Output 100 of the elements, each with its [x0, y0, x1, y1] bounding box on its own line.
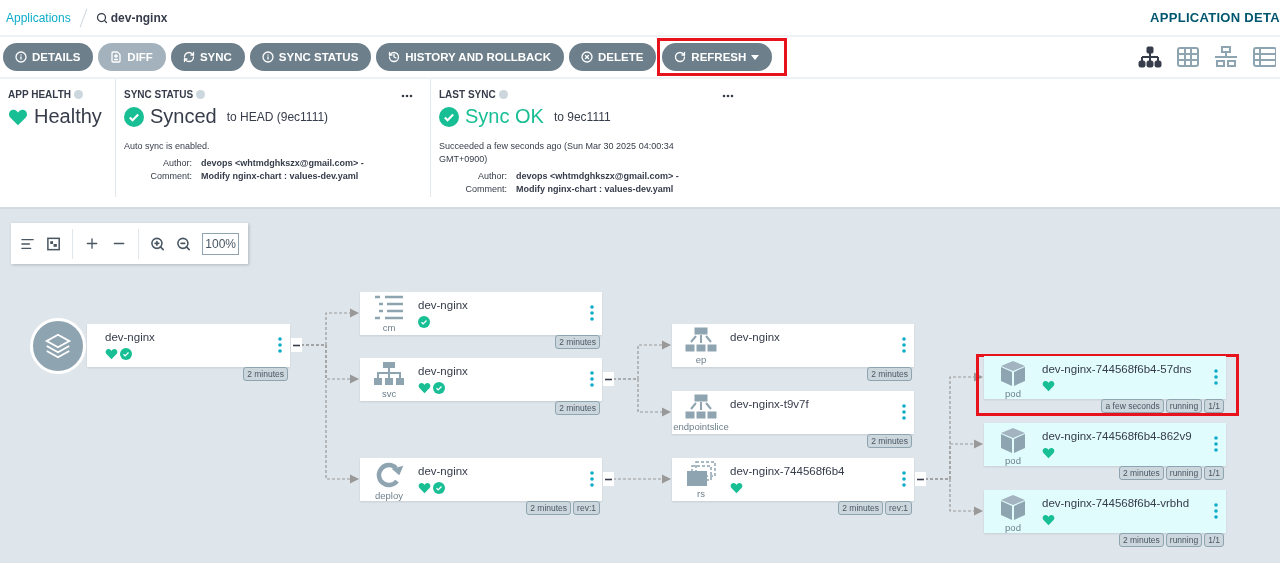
heart-icon — [730, 482, 743, 494]
collapse-toggle[interactable] — [915, 472, 926, 486]
check-circle-icon — [418, 316, 430, 328]
status-tag: 2 minutes — [555, 401, 600, 415]
more-vertical-icon[interactable] — [902, 471, 906, 487]
more-icon[interactable] — [401, 94, 413, 98]
close-circle-icon — [581, 51, 593, 63]
heart-icon — [1042, 380, 1055, 392]
more-vertical-icon[interactable] — [278, 337, 282, 353]
status-tag: a few seconds — [1101, 399, 1164, 413]
status-tag: 2 minutes — [867, 434, 912, 448]
connector-line — [612, 474, 672, 484]
search-icon — [95, 11, 108, 24]
status-tag: running — [1165, 399, 1203, 413]
info-icon — [15, 51, 27, 63]
collapse-toggle[interactable] — [603, 372, 614, 386]
status-tag: rev:1 — [573, 501, 600, 515]
toolbar-button[interactable]: SYNC — [170, 43, 245, 71]
cube-icon — [999, 426, 1027, 454]
heart-icon — [418, 382, 431, 394]
node-name: dev-nginx — [418, 365, 468, 377]
heart-icon — [105, 348, 118, 360]
status-tag: 2 minutes — [1118, 466, 1164, 480]
page-title: APPLICATION DETA — [1150, 10, 1280, 25]
node-card[interactable]: pod dev-nginx-744568f6b4-vrbhd — [984, 490, 1226, 533]
meta-value: Modify nginx-chart : values-dev.yaml — [516, 184, 675, 194]
status-text: Synced — [150, 105, 217, 128]
fit-icon[interactable] — [46, 235, 62, 252]
collapse-toggle[interactable] — [603, 472, 614, 486]
heart-icon — [1042, 447, 1055, 459]
node-card[interactable]: cm dev-nginx — [360, 292, 602, 335]
meta-label: Comment: — [149, 171, 192, 181]
zoom-in-icon[interactable] — [150, 235, 166, 252]
toolbar-button[interactable]: DELETE — [569, 43, 657, 71]
hierarchy-icon — [373, 361, 405, 387]
zoom-out-icon[interactable] — [176, 235, 192, 252]
more-vertical-icon[interactable] — [1214, 436, 1218, 452]
node-name: dev-nginx — [730, 331, 780, 343]
tree-view-icon[interactable] — [1138, 46, 1162, 68]
status-tag: 2 minutes — [243, 367, 288, 381]
node-kind: cm — [382, 322, 396, 333]
more-vertical-icon[interactable] — [590, 471, 594, 487]
status-tag: running — [1165, 466, 1203, 480]
more-vertical-icon[interactable] — [1214, 503, 1218, 519]
status-note: Auto sync is enabled. — [124, 140, 211, 153]
meta-label: Comment: — [464, 184, 507, 194]
meta-value: Modify nginx-chart : values-dev.yaml — [201, 171, 360, 181]
connector-line — [612, 378, 672, 417]
node-name: dev-nginx — [105, 331, 155, 343]
node-card[interactable]: pod dev-nginx-744568f6b4-862v9 — [984, 423, 1226, 466]
revision-text: to HEAD (9ec1111) — [226, 109, 329, 124]
more-icon[interactable] — [722, 94, 734, 98]
grid-view-icon[interactable] — [1176, 46, 1200, 68]
list-view-icon[interactable] — [1252, 46, 1276, 68]
node-card[interactable]: dev-nginx — [87, 324, 290, 367]
more-vertical-icon[interactable] — [590, 305, 594, 321]
node-name: dev-nginx-744568f6b4 — [730, 465, 845, 477]
toolbar-button[interactable]: HISTORY AND ROLLBACK — [376, 43, 564, 71]
check-circle-icon — [433, 482, 445, 494]
more-vertical-icon[interactable] — [902, 337, 906, 353]
collapse-toggle[interactable] — [291, 338, 302, 352]
status-tag: running — [1165, 533, 1203, 547]
status-tag: 2 minutes — [555, 335, 600, 349]
status-tag: 2 minutes — [838, 501, 884, 515]
node-kind: rs — [697, 488, 705, 499]
node-card[interactable]: svc dev-nginx — [360, 358, 602, 401]
cube-icon — [999, 493, 1027, 521]
toolbar-button[interactable]: REFRESH — [662, 43, 773, 71]
endpoint-icon — [685, 327, 717, 353]
zoom-level[interactable]: 100% — [202, 232, 239, 255]
node-card[interactable]: rs dev-nginx-744568f6b4 — [672, 458, 914, 501]
network-view-icon[interactable] — [1214, 46, 1238, 68]
meta-label: Author: — [476, 171, 507, 181]
node-card[interactable]: deploy dev-nginx — [360, 458, 602, 501]
status-text: Healthy — [34, 105, 102, 128]
heart-icon — [1042, 514, 1055, 526]
breadcrumb-current: dev-nginx — [110, 10, 168, 25]
node-kind: svc — [381, 388, 397, 399]
toolbar-button[interactable]: SYNC STATUS — [249, 43, 372, 71]
toolbar-button[interactable]: DETAILS — [3, 43, 94, 71]
node-card[interactable]: pod dev-nginx-744568f6b4-57dns — [984, 356, 1226, 399]
node-kind: pod — [1005, 455, 1021, 466]
more-vertical-icon[interactable] — [1214, 369, 1218, 385]
node-kind: endpointslice — [673, 421, 729, 432]
node-name: dev-nginx — [418, 299, 468, 311]
heart-icon — [418, 482, 431, 494]
node-kind: ep — [695, 354, 707, 365]
status-tag: 1/1 — [1204, 399, 1224, 413]
node-name: dev-nginx-744568f6b4-57dns — [1042, 363, 1192, 375]
section-title: LAST SYNC — [439, 89, 496, 100]
more-vertical-icon[interactable] — [590, 371, 594, 387]
check-circle-icon — [120, 348, 132, 360]
node-name: dev-nginx-t9v7f — [730, 398, 809, 410]
revision-text: to 9ec1111 — [553, 109, 611, 124]
heart-icon — [8, 107, 28, 126]
meta-label: Author: — [161, 158, 192, 168]
node-card[interactable]: endpointslice dev-nginx-t9v7f — [672, 391, 914, 434]
node-card[interactable]: ep dev-nginx — [672, 324, 914, 367]
status-tag: 1/1 — [1204, 466, 1224, 480]
more-vertical-icon[interactable] — [902, 404, 906, 420]
